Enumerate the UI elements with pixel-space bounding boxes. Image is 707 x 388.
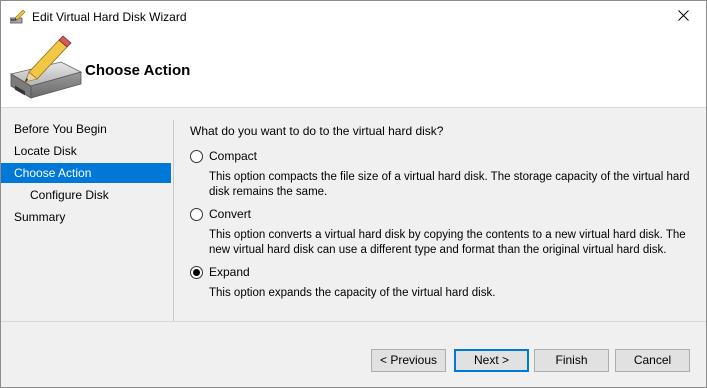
expand-description: This option expands the capacity of the …	[209, 287, 496, 299]
expand-radio-row[interactable]: Expand	[190, 264, 700, 280]
compact-radio[interactable]	[190, 149, 203, 163]
compact-radio-row[interactable]: Compact	[190, 148, 700, 164]
wizard-steps-nav: Before You Begin Locate Disk Choose Acti…	[1, 109, 173, 321]
edit-disk-icon	[9, 9, 26, 24]
page-title: Choose Action	[85, 62, 191, 79]
next-button[interactable]: Next >	[454, 349, 529, 372]
compact-description: This option compacts the file size of a …	[209, 171, 690, 198]
action-question: What do you want to do to the virtual ha…	[190, 124, 444, 138]
bottom-divider	[1, 321, 706, 322]
cancel-button[interactable]: Cancel	[615, 349, 690, 372]
nav-item-configure-disk[interactable]: Configure Disk	[1, 185, 171, 205]
compact-label[interactable]: Compact	[209, 149, 257, 163]
previous-button[interactable]: < Previous	[371, 349, 446, 372]
finish-button[interactable]: Finish	[534, 349, 609, 372]
nav-divider	[173, 120, 174, 321]
close-icon	[677, 9, 689, 24]
expand-label[interactable]: Expand	[209, 265, 250, 279]
nav-item-before-you-begin[interactable]: Before You Begin	[1, 119, 171, 139]
wizard-header: Choose Action	[1, 32, 706, 108]
option-compact: Compact This option compacts the file si…	[190, 148, 700, 200]
hard-disk-pencil-icon	[7, 34, 83, 104]
nav-item-summary[interactable]: Summary	[1, 207, 171, 227]
nav-item-choose-action[interactable]: Choose Action	[1, 163, 171, 183]
expand-radio[interactable]	[190, 265, 203, 279]
convert-description: This option converts a virtual hard disk…	[209, 229, 686, 256]
convert-radio[interactable]	[190, 207, 203, 221]
option-expand: Expand This option expands the capacity …	[190, 264, 700, 301]
title-bar: Edit Virtual Hard Disk Wizard	[1, 1, 706, 32]
option-convert: Convert This option converts a virtual h…	[190, 206, 700, 258]
nav-item-locate-disk[interactable]: Locate Disk	[1, 141, 171, 161]
window-title: Edit Virtual Hard Disk Wizard	[32, 10, 187, 24]
convert-label[interactable]: Convert	[209, 207, 251, 221]
close-button[interactable]	[660, 1, 706, 32]
convert-radio-row[interactable]: Convert	[190, 206, 700, 222]
wizard-window: Edit Virtual Hard Disk Wizard Choose Act…	[0, 0, 707, 388]
